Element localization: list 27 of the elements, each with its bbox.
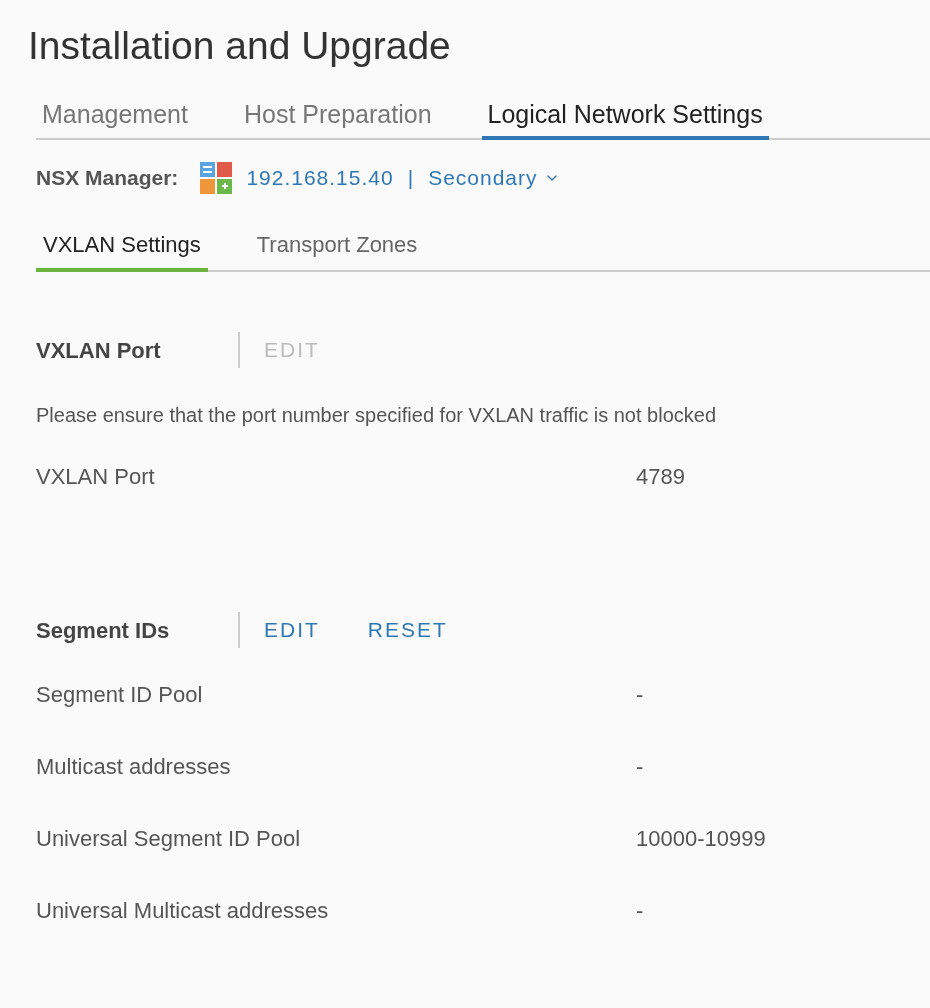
- field-value: -: [636, 897, 644, 925]
- field-label: Universal Segment ID Pool: [36, 825, 302, 853]
- field-label: VXLAN Port: [36, 463, 156, 491]
- field-label: Segment ID Pool: [36, 681, 204, 709]
- field-value: 4789: [636, 463, 685, 491]
- sub-tab[interactable]: VXLAN Settings: [36, 220, 208, 272]
- manager-label: NSX Manager:: [36, 165, 179, 192]
- tab[interactable]: Management: [36, 94, 194, 140]
- action-link[interactable]: EDIT: [264, 614, 320, 646]
- manager-address: 192.168.15.40: [246, 165, 394, 192]
- field-value: -: [636, 681, 644, 709]
- action-link[interactable]: RESET: [367, 614, 448, 646]
- field-label: Multicast addresses: [36, 753, 232, 781]
- tab[interactable]: Host Preparation: [237, 94, 438, 140]
- field-value: 10000-10999: [636, 825, 766, 853]
- manager-role: Secondary: [428, 165, 538, 192]
- manager-selector[interactable]: 192.168.15.40 | Secondary: [200, 162, 560, 194]
- field-value: -: [636, 753, 644, 781]
- tab[interactable]: Logical Network Settings: [481, 94, 769, 140]
- notice-text: Please ensure that the port number specified for VXLAN traffic is not blocked: [36, 403, 717, 428]
- manager-app-icon: [200, 162, 233, 194]
- separator: |: [407, 165, 415, 192]
- field-label: Universal Multicast addresses: [36, 897, 330, 925]
- page-title: Installation and Upgrade: [27, 23, 452, 69]
- sub-tab[interactable]: Transport Zones: [249, 220, 425, 272]
- section-title: VXLAN Port: [36, 336, 162, 365]
- section-title: Segment IDs: [36, 616, 171, 645]
